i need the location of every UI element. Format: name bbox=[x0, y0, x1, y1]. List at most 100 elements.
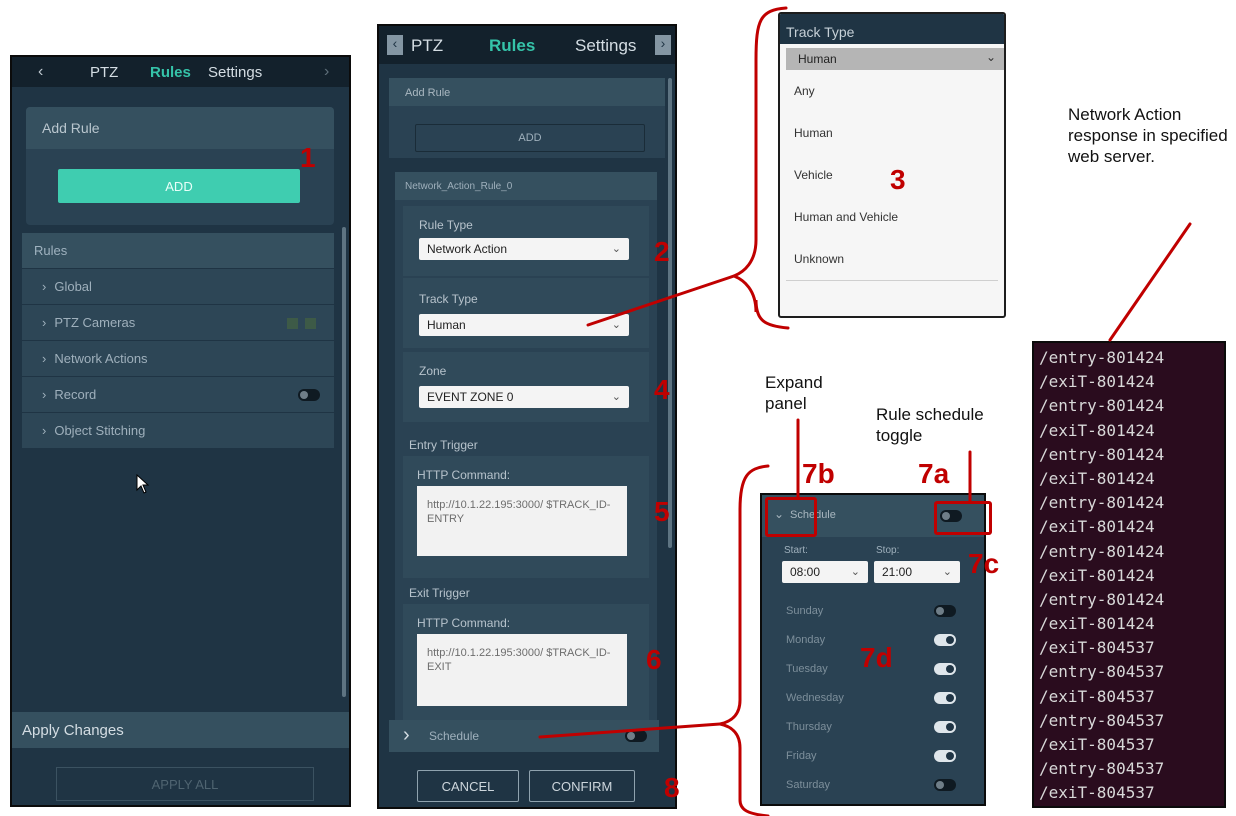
day-label: Wednesday bbox=[786, 692, 844, 704]
scrollbar[interactable] bbox=[342, 227, 346, 697]
terminal-line: /entry-801424 bbox=[1039, 348, 1165, 367]
schedule-row[interactable]: › Schedule bbox=[389, 720, 659, 752]
rules-item-global[interactable]: › Global bbox=[22, 269, 334, 305]
terminal-line: /entry-801424 bbox=[1039, 396, 1165, 416]
schedule-toggle[interactable] bbox=[625, 730, 647, 742]
dropdown-option-any[interactable]: Any bbox=[794, 84, 815, 98]
scrollbar[interactable] bbox=[668, 78, 672, 548]
rules-item-label: Object Stitching bbox=[54, 423, 146, 438]
annotation-8: 8 bbox=[664, 772, 680, 803]
rules-item-record[interactable]: › Record bbox=[22, 377, 334, 413]
tab-ptz[interactable]: PTZ bbox=[90, 64, 118, 81]
tab-next-arrow-icon[interactable]: › bbox=[324, 63, 329, 81]
day-label: Sunday bbox=[786, 605, 824, 617]
terminal-line: /exiT-801424 bbox=[1039, 468, 1155, 488]
track-type-select[interactable]: Human ⌄ bbox=[419, 314, 629, 336]
day-toggle-thursday[interactable] bbox=[934, 721, 956, 733]
day-label: Monday bbox=[786, 634, 826, 646]
day-toggle-saturday[interactable] bbox=[934, 779, 956, 791]
dropdown-option-human[interactable]: Human bbox=[794, 126, 833, 140]
chevron-down-icon: ⌄ bbox=[611, 242, 621, 255]
rule-type-select[interactable]: Network Action ⌄ bbox=[419, 238, 629, 260]
terminal-line: /entry-804537 bbox=[1039, 759, 1165, 779]
rule-editor-panel: ‹ PTZ Rules Settings › Add Rule ADD Netw… bbox=[377, 24, 677, 809]
tab-prev-arrow-icon[interactable]: ‹ bbox=[387, 35, 403, 55]
day-row-saturday[interactable]: Saturday bbox=[762, 771, 984, 799]
rules-item-ptz-cameras[interactable]: › PTZ Cameras bbox=[22, 305, 334, 341]
day-label: Saturday bbox=[786, 779, 831, 791]
rules-item-label: PTZ Cameras bbox=[54, 315, 136, 330]
stop-time-select[interactable]: 21:00 ⌄ bbox=[874, 561, 960, 583]
exit-http-label: HTTP Command: bbox=[417, 616, 511, 630]
rules-item-network-actions[interactable]: › Network Actions bbox=[22, 341, 334, 377]
day-toggle-friday[interactable] bbox=[934, 750, 956, 762]
terminal-line: /exiT-801424 bbox=[1039, 420, 1155, 440]
exit-trigger-section: HTTP Command: http://10.1.22.195:3000/ $… bbox=[403, 604, 649, 722]
dropdown-option-unknown[interactable]: Unknown bbox=[794, 252, 844, 266]
tab-settings[interactable]: Settings bbox=[208, 64, 262, 81]
schedule-label: Schedule bbox=[429, 729, 480, 743]
chevron-right-icon: › bbox=[42, 423, 47, 438]
chevron-right-icon: › bbox=[42, 279, 47, 294]
tab-rules[interactable]: Rules bbox=[150, 64, 191, 81]
tab-ptz[interactable]: PTZ bbox=[411, 36, 443, 56]
day-row-friday[interactable]: Friday bbox=[762, 742, 984, 770]
stop-label: Stop: bbox=[876, 545, 900, 556]
terminal-line: /exiT-801424 bbox=[1039, 372, 1155, 392]
track-type-section: Track Type Human ⌄ bbox=[403, 278, 649, 348]
rules-item-label: Network Actions bbox=[54, 351, 148, 366]
expand-panel-caption: Expand panel bbox=[765, 373, 823, 413]
apply-all-button[interactable]: APPLY ALL bbox=[56, 767, 314, 801]
day-toggle-sunday[interactable] bbox=[934, 605, 956, 617]
day-toggle-tuesday[interactable] bbox=[934, 663, 956, 675]
rule-name: Network_Action_Rule_0 bbox=[395, 172, 657, 200]
day-toggle-monday[interactable] bbox=[934, 634, 956, 646]
rule-type-value: Network Action bbox=[427, 242, 508, 256]
add-rule-card: Add Rule Add Rule ADD bbox=[26, 107, 334, 225]
terminal-lines: /entry-801424/exiT-801424/entry-801424/e… bbox=[1039, 346, 1224, 806]
terminal-line: /exiT-801424 bbox=[1039, 614, 1155, 634]
tab-next-arrow-icon[interactable]: › bbox=[655, 35, 671, 55]
tab-prev-arrow-icon[interactable]: ‹ bbox=[38, 63, 43, 81]
day-row-sunday[interactable]: Sunday bbox=[762, 597, 984, 625]
dropdown-option-vehicle[interactable]: Vehicle bbox=[794, 168, 833, 182]
rules-item-object-stitching[interactable]: › Object Stitching bbox=[22, 413, 334, 449]
terminal-line: /entry-804537 bbox=[1039, 710, 1165, 730]
terminal-line: /entry-804537 bbox=[1039, 662, 1165, 682]
chevron-right-icon[interactable]: › bbox=[403, 724, 410, 747]
chevron-down-icon: ⌄ bbox=[850, 565, 860, 578]
zone-section: Zone EVENT ZONE 0 ⌄ bbox=[403, 352, 649, 422]
terminal-line: /exiT-804537 bbox=[1039, 638, 1155, 658]
terminal-line: /exiT-804537 bbox=[1039, 686, 1155, 706]
day-label: Tuesday bbox=[786, 663, 828, 675]
record-toggle[interactable] bbox=[298, 389, 320, 401]
cancel-button[interactable]: CANCEL bbox=[417, 770, 519, 802]
start-label: Start: bbox=[784, 545, 808, 556]
day-row-thursday[interactable]: Thursday bbox=[762, 713, 984, 741]
add-button[interactable]: ADD bbox=[415, 124, 645, 152]
exit-http-command-input[interactable]: http://10.1.22.195:3000/ $TRACK_ID-EXIT bbox=[417, 634, 627, 706]
mouse-cursor-icon bbox=[136, 473, 150, 499]
annotation-6: 6 bbox=[646, 644, 662, 675]
day-row-wednesday[interactable]: Wednesday bbox=[762, 684, 984, 712]
tab-rules[interactable]: Rules bbox=[489, 36, 535, 56]
dropdown-option-human-and-vehicle[interactable]: Human and Vehicle bbox=[794, 210, 898, 224]
add-button[interactable]: ADD bbox=[58, 169, 300, 203]
annotation-2: 2 bbox=[654, 236, 670, 267]
annotation-7c: 7c bbox=[968, 548, 1000, 579]
entry-http-command-input[interactable]: http://10.1.22.195:3000/ $TRACK_ID-ENTRY bbox=[417, 486, 627, 556]
zone-select[interactable]: EVENT ZONE 0 ⌄ bbox=[419, 386, 629, 408]
chevron-right-icon: › bbox=[42, 315, 47, 330]
rule-schedule-toggle-caption: Rule schedule toggle bbox=[876, 405, 984, 445]
annotation-3: 3 bbox=[890, 164, 906, 195]
tab-settings[interactable]: Settings bbox=[575, 36, 636, 56]
dropdown-selected[interactable]: Human ⌄ bbox=[786, 48, 1004, 70]
annotation-7d: 7d bbox=[860, 642, 893, 673]
dropdown-divider bbox=[786, 280, 998, 281]
confirm-button[interactable]: CONFIRM bbox=[529, 770, 635, 802]
start-time-select[interactable]: 08:00 ⌄ bbox=[782, 561, 868, 583]
chevron-right-icon: › bbox=[42, 351, 47, 366]
terminal-line: /exiT-804537 bbox=[1039, 735, 1155, 754]
terminal-line: /entry-801424 bbox=[1039, 493, 1165, 513]
day-toggle-wednesday[interactable] bbox=[934, 692, 956, 704]
